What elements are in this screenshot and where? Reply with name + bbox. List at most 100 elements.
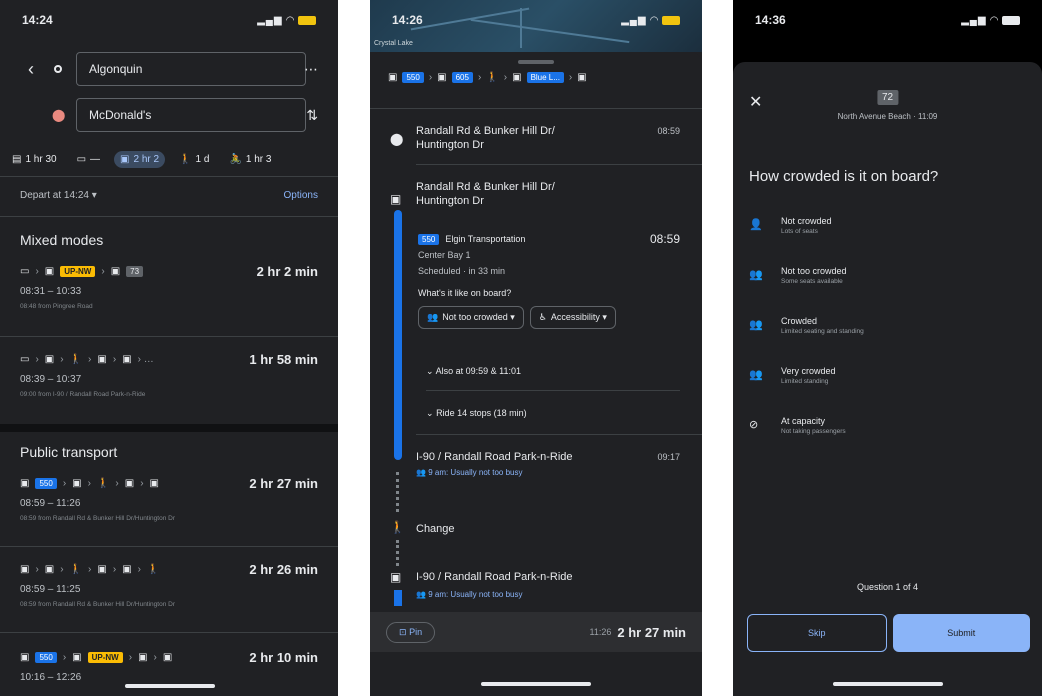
more-options-icon[interactable]: ⋯ xyxy=(304,61,318,78)
walk-icon: 🚶 xyxy=(96,477,110,489)
line-badge: 550 xyxy=(35,651,57,663)
signal-wifi-icon: ▂▄▆ ◠ xyxy=(621,14,659,26)
mode-bus[interactable]: ▣ 2 hr 2 xyxy=(114,150,166,168)
status-bar: 14:36 ▂▄▆ ◠ xyxy=(733,0,1042,40)
bike-icon: 🚴 xyxy=(229,153,242,165)
route-from: 08:59 from Randall Rd & Bunker Hill Dr/H… xyxy=(20,601,175,608)
option-crowded[interactable]: 👥 Crowded Limited seating and standing xyxy=(749,316,1026,335)
people-icon: 👥 xyxy=(416,468,426,477)
back-arrow-icon[interactable]: ‹ xyxy=(28,59,34,80)
option-not-too-crowded[interactable]: 👥 Not too crowded Some seats available xyxy=(749,266,1026,285)
origin-row: ‹ Algonquin ⋯ xyxy=(20,52,318,86)
also-at-toggle[interactable]: ⌄ Also at 09:59 & 11:01 xyxy=(426,366,680,377)
route-card[interactable]: ▣ › ▣ › 🚶 › ▣ › ▣ › 🚶 2 hr 26 min 08:59 – 11:… xyxy=(20,560,318,609)
two-people-icon: 👥 xyxy=(749,269,763,281)
directions-list-screen: 14:24 ▂▄▆ ◠ ‹ Algonquin ⋯ ⬤ McDonald's ⇅… xyxy=(0,0,338,696)
mode-car[interactable]: ▭ — xyxy=(71,151,106,168)
transit-icon: ▤ xyxy=(12,153,22,165)
change-row: Change xyxy=(416,523,455,535)
option-very-crowded[interactable]: 👥 Very crowded Limited standing xyxy=(749,366,1026,385)
route-duration: 2 hr 27 min xyxy=(249,475,318,491)
bus-icon: ▣ xyxy=(437,72,447,83)
route-chain: ▣ › ▣ › 🚶 › ▣ › ▣ › 🚶 2 hr 26 min xyxy=(20,561,318,577)
bus-icon: ▣ xyxy=(390,570,402,584)
line-badge: UP-NW xyxy=(60,265,96,277)
submit-button[interactable]: Submit xyxy=(892,614,1030,652)
bus-icon: ▣ xyxy=(138,651,148,663)
accessibility-button[interactable]: ♿ Accessibility ▾ xyxy=(529,306,616,329)
origin-input[interactable]: Algonquin xyxy=(76,52,306,86)
route-chain: ▣ 550 › ▣ › 🚶 › ▣ › ▣ 2 hr 27 min xyxy=(20,475,318,491)
divider xyxy=(416,434,702,435)
start-stop[interactable]: Randall Rd & Bunker Hill Dr/ Huntington … xyxy=(416,124,680,152)
next-stop[interactable]: I-90 / Randall Road Park-n-Ride xyxy=(416,570,680,584)
bus-route-badge: 550 xyxy=(418,233,440,245)
divider xyxy=(0,176,338,177)
route-card[interactable]: ▣ 550 › ▣ › 🚶 › ▣ › ▣ 2 hr 27 min 08:59 – 11:… xyxy=(20,474,318,523)
walk-icon: 🚶 xyxy=(69,563,83,575)
transfer-stop[interactable]: I-90 / Randall Road Park-n-Ride 09:17 xyxy=(416,450,680,464)
route-card[interactable]: ▭ › ▣ UP-NW › ▣ 73 2 hr 2 min 08:31 – 10:33 … xyxy=(20,262,318,311)
train-icon: ▣ xyxy=(72,651,82,663)
divider xyxy=(0,546,338,547)
depart-time-button[interactable]: Depart at 14:24 ▾ xyxy=(20,190,97,201)
stop-name: I-90 / Randall Road Park-n-Ride xyxy=(416,451,573,463)
route-times: 08:59 – 11:26 xyxy=(20,498,81,509)
ride-stops-toggle[interactable]: ⌄ Ride 14 stops (18 min) xyxy=(426,408,680,419)
mode-transit[interactable]: ▤ 1 hr 30 xyxy=(6,151,63,168)
car-icon: ▭ xyxy=(20,353,30,365)
route-from: 09:00 from I-90 / Randall Road Park-n-Ri… xyxy=(20,391,146,398)
status-time: 14:26 xyxy=(392,13,423,27)
divider xyxy=(416,164,702,165)
route-chain: ▭ › ▣ UP-NW › ▣ 73 2 hr 2 min xyxy=(20,263,318,279)
route-times: 10:16 – 12:26 xyxy=(20,672,82,683)
pin-button[interactable]: ⊡ Pin xyxy=(386,621,436,643)
mode-bike[interactable]: 🚴 1 hr 3 xyxy=(223,151,277,168)
no-entry-icon: ⊘ xyxy=(749,419,759,431)
trip-sheet: ▣ 550 › ▣ 605 › 🚶 › ▣ Blue L... › ▣ ⬤ Randall R… xyxy=(370,52,702,696)
train-icon: ▣ xyxy=(44,265,55,277)
bus-icon: ▣ xyxy=(388,72,398,83)
crowd-button[interactable]: 👥 Not too crowded ▾ xyxy=(418,306,524,329)
status-time: 14:24 xyxy=(22,13,53,27)
section-divider xyxy=(0,424,338,432)
stop-time: 09:17 xyxy=(657,452,680,462)
skip-button[interactable]: Skip xyxy=(747,614,887,652)
mode-walk[interactable]: 🚶 1 d xyxy=(173,151,215,168)
trip-details-screen: Crystal Lake 14:26 ▂▄▆ ◠ ▣ 550 › ▣ 605 › 🚶 › … xyxy=(370,0,702,696)
stop-name: Randall Rd & Bunker Hill Dr/ Huntington … xyxy=(416,125,555,151)
home-indicator xyxy=(832,682,943,686)
line-badge: 550 xyxy=(402,72,424,83)
route-card[interactable]: ▣ 550 › ▣ UP-NW › ▣ › ▣ 2 hr 10 min 10:16 – 1… xyxy=(20,648,318,684)
swap-icon[interactable]: ⇅ xyxy=(306,107,318,124)
options-link[interactable]: Options xyxy=(284,190,318,201)
stop-time: 08:59 xyxy=(657,126,680,136)
destination-row: ⬤ McDonald's ⇅ xyxy=(20,98,318,132)
location-pin-icon: ⬤ xyxy=(390,132,404,146)
route-times: 08:59 – 11:25 xyxy=(20,584,81,595)
route-from: 08:59 from Randall Rd & Bunker Hill Dr/H… xyxy=(20,515,175,522)
divider xyxy=(426,390,680,391)
bus-icon: ▣ xyxy=(120,153,130,165)
signal-wifi-icon: ▂▄▆ ◠ xyxy=(257,14,295,26)
route-duration: 1 hr 58 min xyxy=(249,351,318,367)
option-not-crowded[interactable]: 👤 Not crowded Lots of seats xyxy=(749,216,1026,235)
close-icon[interactable]: ✕ xyxy=(749,92,762,112)
divider xyxy=(0,336,338,337)
home-indicator xyxy=(481,682,591,686)
onboard-question: What's it like on board? xyxy=(418,288,512,298)
route-card[interactable]: ▭ › ▣ › 🚶 › ▣ › ▣ › … 1 hr 58 min 08:39 – 10:… xyxy=(20,350,318,399)
route-line xyxy=(394,210,402,460)
bus-icon: ▣ xyxy=(20,563,30,575)
board-stop[interactable]: Randall Rd & Bunker Hill Dr/ Huntington … xyxy=(416,180,680,208)
line-badge: UP-NW xyxy=(87,651,123,663)
destination-input[interactable]: McDonald's xyxy=(76,98,306,132)
group-icon: 👥 xyxy=(749,319,763,331)
route-duration: 2 hr 26 min xyxy=(249,561,318,577)
option-at-capacity[interactable]: ⊘ At capacity Not taking passengers xyxy=(749,416,1026,435)
crowding-survey-screen: 14:36 ▂▄▆ ◠ ✕ 72 North Avenue Beach · 11… xyxy=(733,0,1042,696)
route-chain: ▭ › ▣ › 🚶 › ▣ › ▣ › … 1 hr 58 min xyxy=(20,351,318,367)
scheduled-label: Scheduled · in 33 min xyxy=(418,266,506,276)
sheet-handle[interactable] xyxy=(518,60,554,64)
route-times: 08:31 – 10:33 xyxy=(20,286,82,297)
